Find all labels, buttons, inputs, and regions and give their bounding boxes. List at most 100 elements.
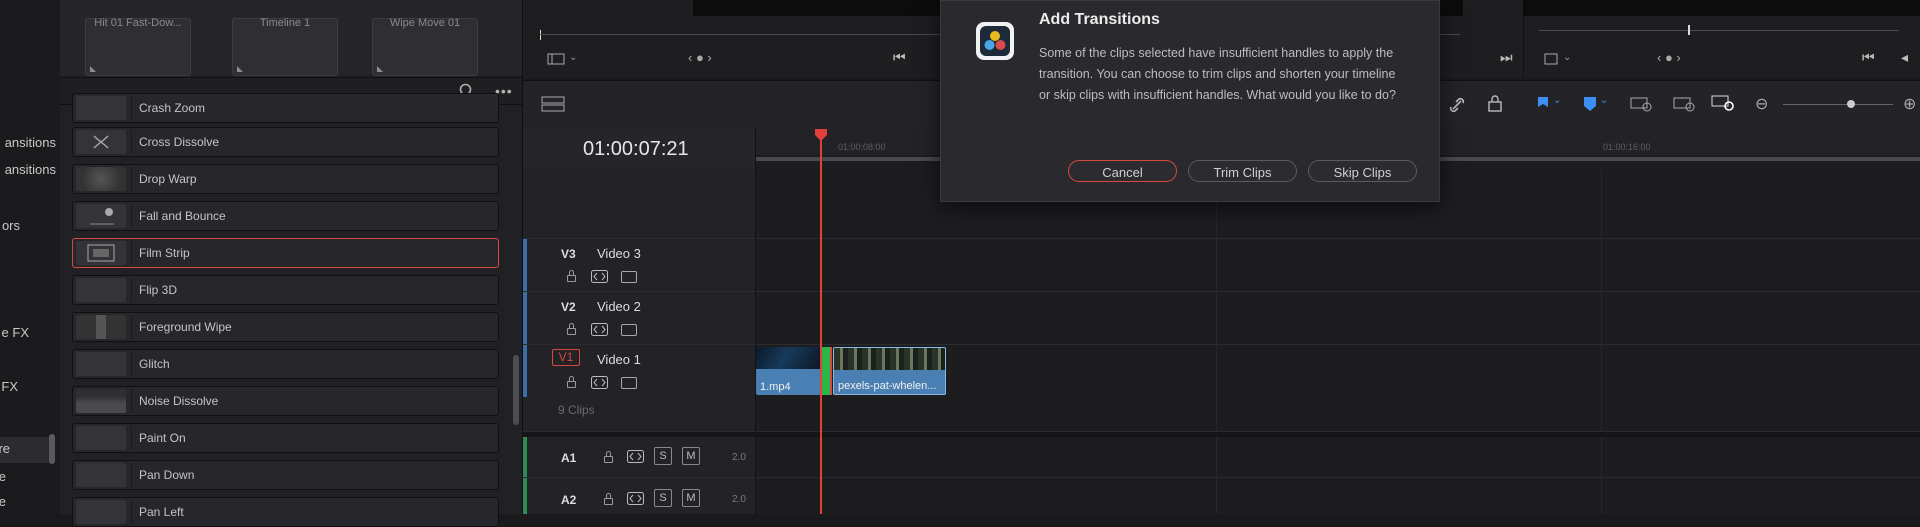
video-audio-separator[interactable]: [523, 432, 755, 437]
lock-icon[interactable]: [604, 451, 613, 463]
track-id-v2[interactable]: V2: [561, 300, 576, 314]
category-item[interactable]: FX: [0, 379, 18, 399]
transition-item[interactable]: Cross Dissolve: [72, 127, 499, 157]
auto-select-icon[interactable]: [591, 376, 608, 389]
track-id-a2[interactable]: A2: [561, 493, 576, 507]
transition-item-selected[interactable]: Film Strip: [72, 238, 499, 268]
track-id-v1-destination[interactable]: V1: [552, 349, 580, 366]
cancel-button[interactable]: Cancel: [1068, 160, 1177, 182]
zoom-slider-handle[interactable]: [1847, 100, 1855, 108]
prev-next-nav-icon[interactable]: ‹ ● ›: [688, 50, 712, 65]
lock-icon[interactable]: [567, 270, 576, 282]
category-item[interactable]: ansitions: [0, 135, 56, 155]
transition-handle[interactable]: [822, 347, 830, 395]
transition-item[interactable]: Noise Dissolve: [72, 386, 499, 416]
clip-name: pexels-pat-whelen...: [838, 380, 937, 392]
track-enable-icon[interactable]: [621, 377, 637, 389]
transition-thumbnail: [76, 389, 126, 413]
transition-thumbnail: [76, 167, 126, 191]
zoom-slider-track[interactable]: [1783, 104, 1893, 105]
zoom-detail-icon[interactable]: [1673, 95, 1697, 113]
mute-button[interactable]: M: [682, 489, 700, 507]
skip-clips-button[interactable]: Skip Clips: [1308, 160, 1417, 182]
timecode-display: 01:00:07:21: [583, 138, 689, 160]
transition-item[interactable]: Pan Down: [72, 460, 499, 490]
clip-view-icon[interactable]: [547, 53, 565, 65]
aspect-icon[interactable]: [1543, 53, 1559, 65]
preset-thumbnail[interactable]: Wipe Move 01: [372, 17, 478, 76]
auto-select-icon[interactable]: [591, 323, 608, 336]
auto-select-icon[interactable]: [627, 492, 644, 505]
preset-thumbnail[interactable]: Timeline 1: [232, 17, 338, 76]
zoom-full-icon[interactable]: [1630, 95, 1654, 113]
category-item[interactable]: e: [0, 469, 6, 489]
skip-to-start-icon[interactable]: ⏮: [1862, 49, 1875, 66]
category-label: re: [0, 441, 10, 456]
track-enable-icon[interactable]: [621, 324, 637, 336]
flag-icon[interactable]: [1536, 96, 1550, 112]
skip-to-start-icon[interactable]: ⏮: [893, 49, 906, 66]
timeline-clip[interactable]: pexels-pat-whelen...: [833, 347, 946, 395]
transport-icon[interactable]: ◂: [1901, 49, 1908, 66]
track-name-v2[interactable]: Video 2: [597, 299, 641, 314]
playhead-line[interactable]: [820, 134, 822, 514]
auto-select-icon[interactable]: [627, 450, 644, 463]
transition-item[interactable]: Pan Left: [72, 497, 499, 527]
track-headers: 01:00:07:21 V3 Video 3 V2 Video 2 V1 Vid…: [523, 129, 756, 514]
lock-icon[interactable]: [567, 376, 576, 388]
link-icon[interactable]: [1447, 95, 1467, 115]
track-name-v3[interactable]: Video 3: [597, 246, 641, 261]
track-id-a1[interactable]: A1: [561, 451, 576, 465]
timeline-clip[interactable]: 1.mp4: [756, 347, 830, 395]
program-scrubber-head[interactable]: [1688, 25, 1690, 35]
skip-to-end-icon[interactable]: ⏭: [1500, 49, 1513, 66]
lock-icon[interactable]: [1486, 95, 1504, 113]
category-label: ansitions: [4, 162, 56, 177]
category-item[interactable]: e FX: [0, 325, 29, 345]
category-label: e FX: [1, 325, 29, 340]
prev-next-nav-icon[interactable]: ‹ ● ›: [1657, 50, 1681, 65]
scrubber-head[interactable]: [540, 30, 541, 40]
transition-item[interactable]: Drop Warp: [72, 164, 499, 194]
chevron-down-icon[interactable]: ⌄: [1553, 95, 1561, 106]
transition-label: Crash Zoom: [139, 101, 206, 115]
category-item[interactable]: ansitions: [0, 162, 56, 182]
transition-item[interactable]: Crash Zoom: [72, 93, 499, 123]
playhead-handle-icon[interactable]: [814, 128, 828, 142]
zoom-in-icon[interactable]: ⊕: [1903, 94, 1916, 114]
transition-label: Film Strip: [139, 246, 190, 260]
trim-clips-button[interactable]: Trim Clips: [1188, 160, 1297, 182]
transition-item[interactable]: Fall and Bounce: [72, 201, 499, 231]
zoom-custom-icon[interactable]: [1711, 93, 1737, 113]
transition-thumbnail: [76, 204, 126, 228]
chevron-down-icon[interactable]: ⌄: [1600, 95, 1608, 106]
track-name-v1[interactable]: Video 1: [597, 352, 641, 367]
timeline-view-options-icon[interactable]: [541, 96, 565, 112]
lock-icon[interactable]: [604, 493, 613, 505]
category-item[interactable]: ors: [0, 218, 20, 238]
transition-item[interactable]: Flip 3D: [72, 275, 499, 305]
chevron-down-icon[interactable]: ⌄: [569, 52, 577, 63]
category-scrollbar[interactable]: [49, 434, 55, 464]
category-item[interactable]: e: [0, 494, 6, 514]
solo-button[interactable]: S: [654, 447, 672, 465]
marker-icon[interactable]: [1583, 96, 1597, 112]
zoom-out-icon[interactable]: ⊖: [1755, 94, 1768, 114]
chevron-down-icon[interactable]: ⌄: [1563, 52, 1571, 63]
lock-icon[interactable]: [567, 323, 576, 335]
category-item[interactable]: re: [0, 441, 10, 461]
program-scrubber[interactable]: [1539, 30, 1899, 31]
transition-item[interactable]: Foreground Wipe: [72, 312, 499, 342]
transition-item[interactable]: Paint On: [72, 423, 499, 453]
dialog-message: Some of the clips selected have insuffic…: [1039, 46, 1396, 102]
edit-point[interactable]: [830, 347, 832, 395]
solo-button[interactable]: S: [654, 489, 672, 507]
track-enable-icon[interactable]: [621, 271, 637, 283]
effects-scrollbar[interactable]: [513, 355, 519, 425]
preset-thumbnail[interactable]: Hit 01 Fast-Dow...: [85, 17, 191, 76]
transition-label: Flip 3D: [139, 283, 178, 297]
mute-button[interactable]: M: [682, 447, 700, 465]
transition-item[interactable]: Glitch: [72, 349, 499, 379]
auto-select-icon[interactable]: [591, 270, 608, 283]
track-id-v3[interactable]: V3: [561, 247, 576, 261]
